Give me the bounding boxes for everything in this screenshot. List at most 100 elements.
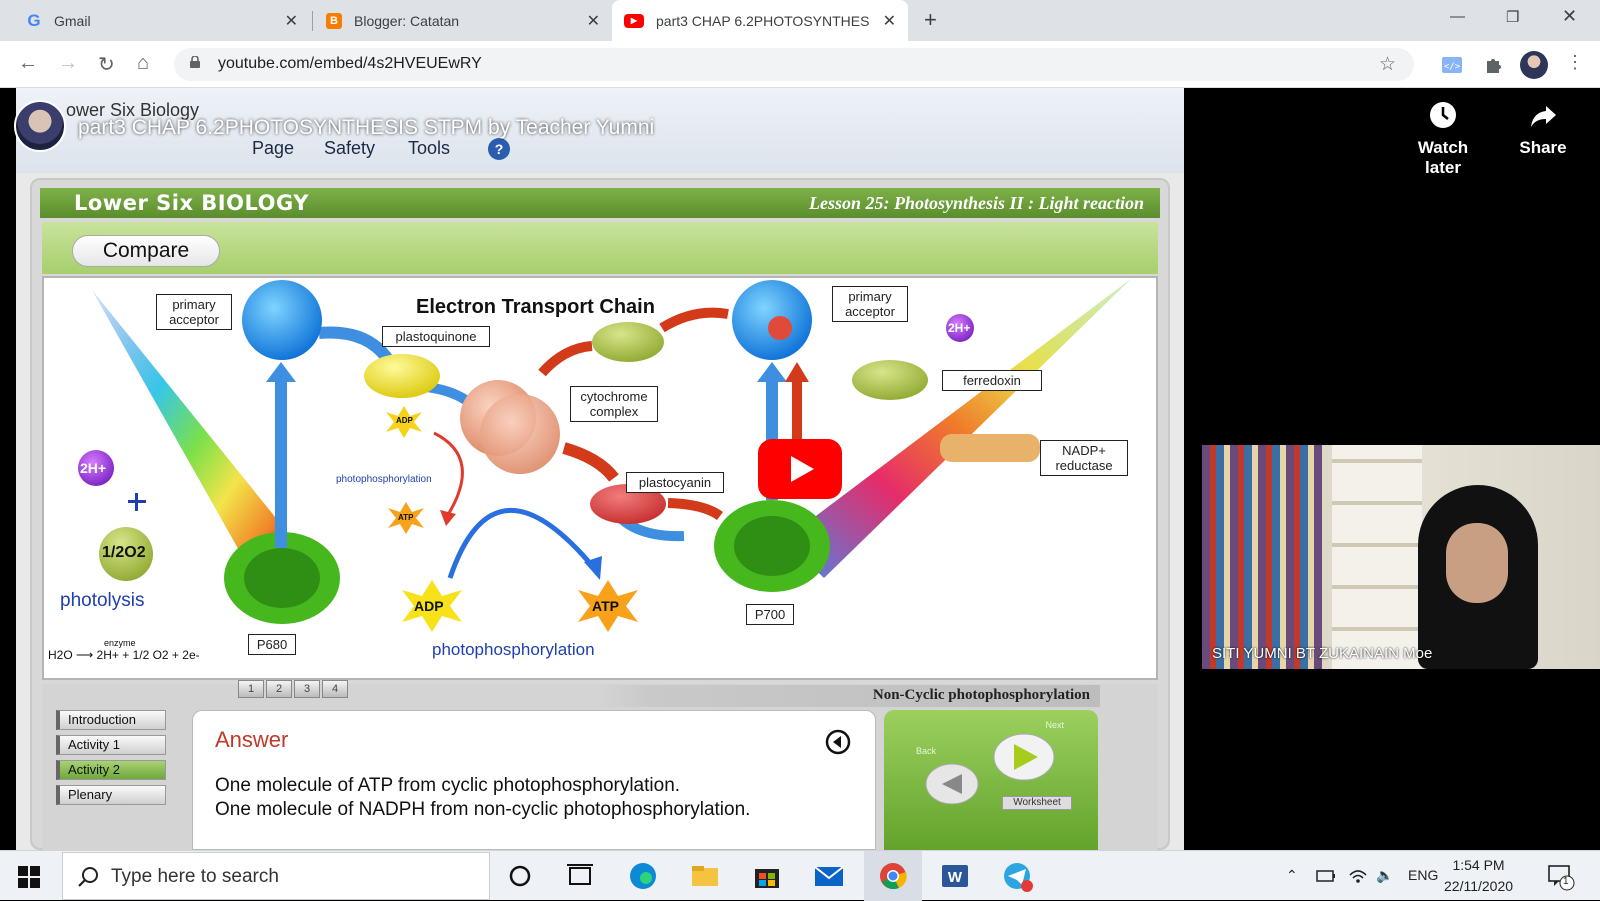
atp-small-label: ATP	[398, 513, 414, 522]
enzyme-label: enzyme	[104, 638, 136, 648]
url-field[interactable]: youtube.com/embed/4s2HVEUEwRY ☆	[174, 48, 1414, 81]
telegram-icon[interactable]	[1000, 860, 1034, 892]
edge-icon[interactable]	[626, 860, 660, 892]
share-arrow-icon	[1531, 106, 1556, 127]
clock[interactable]: 1:54 PM 22/11/2020	[1444, 855, 1513, 897]
primary-acceptor-label-2: primary acceptor	[832, 286, 908, 322]
webcam-overlay: SITI YUMNI BT ZUKAINAIN Moe	[1202, 445, 1600, 669]
blogger-icon: B	[326, 12, 342, 29]
electron-transport-diagram: Electron Transport Chain primary accepto…	[42, 276, 1158, 680]
channel-avatar[interactable]	[14, 100, 66, 152]
answer-title: Answer	[215, 727, 289, 752]
tab-blogger[interactable]: B Blogger: Catatan ✕	[314, 0, 612, 41]
slide-header-course: Lower Six BIOLOGY	[74, 191, 309, 215]
page-tab-4[interactable]: 4	[322, 680, 348, 698]
slide-side-menu: Introduction Activity 1 Activity 2 Plena…	[56, 710, 166, 810]
back-arrow-button[interactable]	[924, 762, 980, 806]
youtube-icon: ▶	[624, 13, 644, 28]
tab-title: Blogger: Catatan	[354, 12, 460, 29]
chrome-icon[interactable]	[876, 860, 910, 892]
close-window-icon[interactable]: ✕	[1562, 6, 1577, 27]
photophosphorylation-small-label: photophosphorylation	[336, 474, 432, 485]
next-arrow-button[interactable]	[992, 732, 1056, 782]
ferredoxin-label: ferredoxin	[942, 370, 1042, 391]
p700-label: P700	[746, 604, 794, 625]
plastoquinone-carrier	[364, 354, 440, 398]
adp-big-label: ADP	[414, 598, 444, 614]
menu-item-introduction[interactable]: Introduction	[56, 710, 166, 730]
shelf	[1332, 445, 1422, 669]
volume-icon[interactable]: 🔈	[1376, 867, 1393, 884]
extensions-puzzle-icon[interactable]	[1482, 53, 1506, 77]
page-tab-1[interactable]: 1	[238, 680, 264, 698]
lock-icon	[190, 56, 200, 68]
plastoquinone-label: plastoquinone	[382, 326, 490, 347]
ie-menu-page: Page	[252, 138, 295, 158]
store-icon[interactable]	[750, 860, 784, 892]
diagram-graphics	[78, 278, 1132, 632]
restore-icon[interactable]: ❐	[1506, 8, 1519, 26]
show-hidden-icons[interactable]: ⌃	[1286, 867, 1298, 884]
minimize-icon[interactable]: —	[1450, 8, 1465, 25]
svg-text:?: ?	[495, 141, 504, 157]
forward-icon[interactable]: →	[58, 52, 78, 75]
bookmark-star-icon[interactable]: ☆	[1379, 53, 1396, 76]
youtube-play-button[interactable]	[758, 439, 842, 499]
new-tab-icon[interactable]: +	[924, 7, 937, 33]
address-bar-row: ← → ↻ ⌂ youtube.com/embed/4s2HVEUEwRY ☆ …	[0, 41, 1600, 88]
noncyclic-label: Non-Cyclic photophosphorylation	[872, 687, 1090, 703]
speaker-icon[interactable]	[825, 729, 851, 755]
close-icon[interactable]: ✕	[285, 11, 298, 31]
word-icon[interactable]: W	[938, 860, 972, 892]
primary-acceptor-label-1: primary acceptor	[156, 294, 232, 330]
menu-item-activity-1[interactable]: Activity 1	[56, 735, 166, 755]
embed-code-icon[interactable]: </>	[1440, 53, 1464, 77]
back-label: Back	[916, 746, 937, 756]
watch-later-button[interactable]: Watch later	[1398, 100, 1488, 178]
notification-icon[interactable]	[1546, 863, 1576, 891]
file-explorer-icon[interactable]	[688, 860, 722, 892]
close-icon[interactable]: ✕	[587, 11, 600, 31]
worksheet-button[interactable]: Worksheet	[1002, 796, 1072, 810]
compare-button[interactable]: Compare	[72, 235, 220, 267]
battery-icon[interactable]	[1316, 869, 1336, 883]
video-title[interactable]: part3 CHAP 6.2PHOTOSYNTHESIS STPM by Tea…	[78, 116, 654, 140]
cortana-icon[interactable]	[503, 860, 537, 892]
menu-kebab-icon[interactable]: ⋮	[1566, 52, 1584, 73]
windows-taskbar: Type here to search W ⌃ 🔈 ENG 1:54 PM 22…	[0, 850, 1600, 901]
language-indicator[interactable]: ENG	[1408, 867, 1438, 883]
answer-box: Answer One molecule of ATP from cyclic p…	[192, 710, 876, 850]
video-player[interactable]: ower Six Biology Page Safety Tools ? par…	[0, 88, 1600, 850]
tab-youtube[interactable]: ▶ part3 CHAP 6.2PHOTOSYNTHESI ✕	[612, 0, 908, 41]
tab-title: part3 CHAP 6.2PHOTOSYNTHESI	[656, 12, 870, 29]
home-icon[interactable]: ⌂	[137, 52, 149, 75]
page-tab-2[interactable]: 2	[266, 680, 292, 698]
notification-count: 1	[1563, 876, 1569, 887]
ferredoxin-carrier	[852, 360, 928, 400]
menu-item-plenary[interactable]: Plenary	[56, 785, 166, 805]
windows-start-icon[interactable]	[18, 866, 40, 888]
slide-header: Lower Six BIOLOGY Lesson 25: Photosynthe…	[40, 188, 1160, 218]
taskbar-search[interactable]: Type here to search	[62, 852, 490, 900]
tab-gmail[interactable]: G Gmail ✕	[14, 0, 310, 41]
bookshelf	[1202, 445, 1322, 669]
adp-small-label: ADP	[396, 416, 413, 425]
reload-icon[interactable]: ↻	[98, 52, 115, 77]
close-icon[interactable]: ✕	[883, 11, 896, 31]
task-view-icon[interactable]	[563, 860, 597, 892]
mail-icon[interactable]	[812, 860, 846, 892]
noncyclic-bar: Non-Cyclic photophosphorylation	[600, 685, 1100, 707]
clock-time: 1:54 PM	[1452, 857, 1505, 873]
search-icon	[78, 867, 98, 887]
google-icon: G	[27, 10, 41, 30]
presenter-name: SITI YUMNI BT ZUKAINAIN Moe	[1212, 645, 1433, 662]
profile-avatar[interactable]	[1520, 51, 1548, 79]
wifi-icon[interactable]	[1348, 867, 1368, 885]
menu-item-activity-2[interactable]: Activity 2	[56, 760, 166, 780]
share-button[interactable]: Share	[1498, 100, 1588, 158]
back-icon[interactable]: ←	[18, 52, 38, 75]
page-tab-3[interactable]: 3	[294, 680, 320, 698]
next-label: Next	[1045, 720, 1064, 730]
ie-menu-safety: Safety	[324, 138, 376, 158]
plastocyanin-label: plastocyanin	[626, 472, 724, 493]
